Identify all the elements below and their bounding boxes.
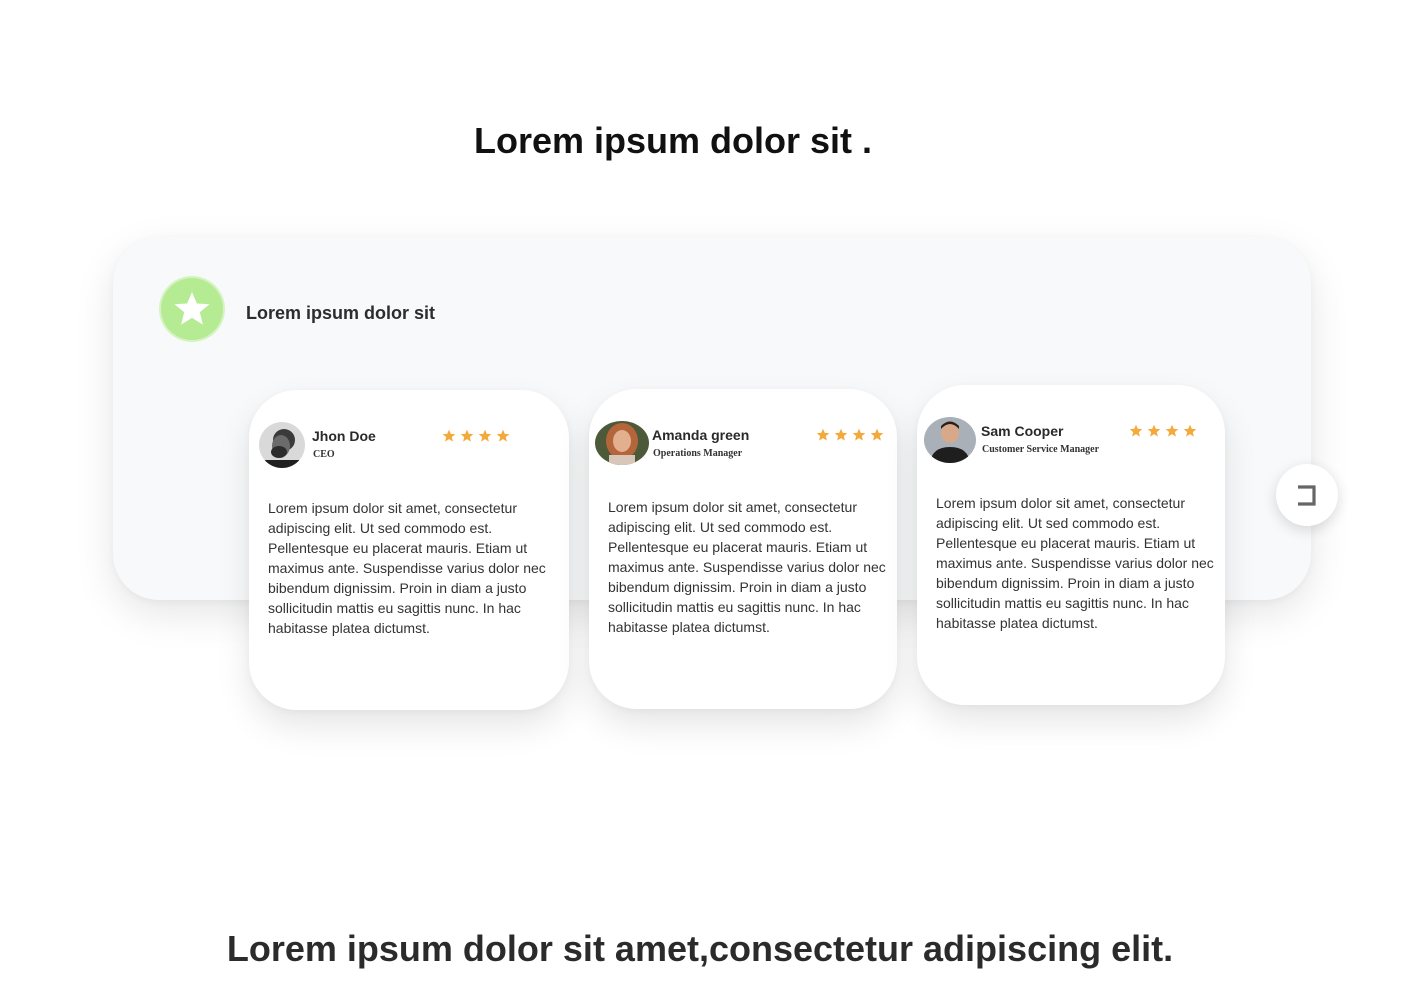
star-icon: [834, 428, 848, 441]
reviewer-name: Amanda green: [652, 427, 750, 443]
avatar: [595, 421, 649, 465]
testimonials-page: Lorem ipsum dolor sit . Lorem ipsum dolo…: [0, 0, 1406, 995]
testimonial-text: Lorem ipsum dolor sit amet, consectetur …: [268, 500, 546, 636]
avatar: [259, 422, 305, 468]
star-icon: [174, 292, 210, 325]
next-button[interactable]: [1276, 464, 1338, 526]
panel-title: Lorem ipsum dolor sit: [246, 303, 436, 323]
star-icon: [1129, 424, 1143, 437]
star-icon: [1183, 424, 1197, 437]
star-icon: [816, 428, 830, 441]
star-icon: [870, 428, 884, 441]
reviewer-role: Operations Manager: [653, 448, 743, 459]
star-icon: [1165, 424, 1179, 437]
star-icon: [478, 429, 492, 442]
testimonial-text: Lorem ipsum dolor sit amet, consectetur …: [936, 495, 1214, 631]
star-badge: [161, 278, 223, 340]
star-icon: [442, 429, 456, 442]
reviewer-name: Jhon Doe: [312, 428, 376, 444]
testimonial-card-sam-cooper: Sam Cooper Customer Service Manager Lore…: [917, 385, 1225, 705]
rating-stars: [1129, 424, 1197, 438]
star-icon: [852, 428, 866, 441]
reviewer-name: Sam Cooper: [981, 423, 1064, 439]
testimonial-card-jhon-doe: Jhon Doe CEO Lorem ipsum dolor sit amet,…: [249, 390, 569, 710]
rating-stars: [816, 428, 884, 442]
testimonial-card-amanda-green: Amanda green Operations Manager Lorem ip…: [589, 389, 897, 709]
avatar: [924, 417, 976, 463]
reviewer-role: CEO: [313, 449, 335, 460]
reviewer-role: Customer Service Manager: [982, 444, 1100, 455]
rating-stars: [442, 429, 510, 443]
star-icon: [1147, 424, 1161, 437]
testimonial-text: Lorem ipsum dolor sit amet, consectetur …: [608, 499, 886, 635]
chevron-right-icon: [1298, 485, 1316, 506]
star-icon: [496, 429, 510, 442]
section-title: Lorem ipsum dolor sit .: [473, 120, 873, 161]
footer-heading: Lorem ipsum dolor sit amet,consectetur a…: [226, 928, 1174, 969]
star-icon: [460, 429, 474, 442]
